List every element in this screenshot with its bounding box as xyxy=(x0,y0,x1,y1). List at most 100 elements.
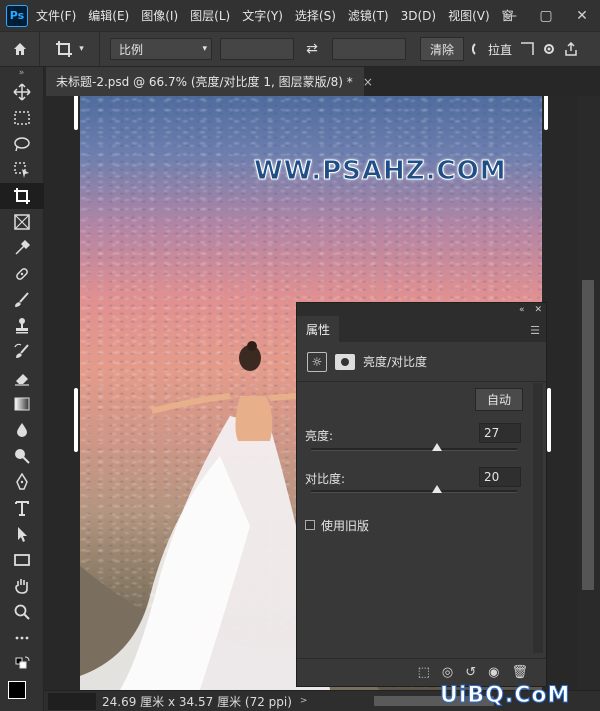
lasso-tool[interactable] xyxy=(0,131,44,157)
crop-tool[interactable] xyxy=(0,183,44,209)
zoom-tool[interactable] xyxy=(0,599,44,625)
zoom-icon xyxy=(14,604,30,620)
blur-tool[interactable] xyxy=(0,417,44,443)
layer-mask-icon[interactable] xyxy=(335,353,355,370)
settings-gear-icon[interactable] xyxy=(542,42,556,56)
menu-select[interactable]: 选择(S) xyxy=(295,7,336,24)
panel-scrollbar[interactable] xyxy=(533,383,543,653)
straighten-label: 拉直 xyxy=(488,42,513,57)
history-brush-tool[interactable] xyxy=(0,339,44,365)
tab-properties[interactable]: 属性 xyxy=(297,316,340,342)
maximize-button[interactable]: ▢ xyxy=(528,0,564,31)
marquee-tool[interactable] xyxy=(0,105,44,131)
pen-icon xyxy=(16,473,28,490)
crop-handle-top-left[interactable] xyxy=(74,96,78,130)
home-button[interactable] xyxy=(0,32,40,66)
clear-button[interactable]: 清除 xyxy=(420,37,464,61)
brightness-slider[interactable] xyxy=(311,443,517,451)
status-menu-arrow[interactable]: > xyxy=(300,696,308,706)
auto-button[interactable]: 自动 xyxy=(475,388,523,411)
watermark-text: WW.PSAHZ.COM xyxy=(254,156,507,187)
move-tool[interactable] xyxy=(0,79,44,105)
close-panel-icon[interactable]: ✕ xyxy=(534,305,542,315)
height-field[interactable] xyxy=(332,38,406,60)
brightness-input[interactable]: 27 xyxy=(479,423,521,443)
straighten-button[interactable]: 拉直 xyxy=(472,37,512,61)
use-legacy-label: 使用旧版 xyxy=(321,519,370,533)
close-tab-icon[interactable]: × xyxy=(363,75,373,89)
overlay-icons xyxy=(520,42,578,56)
contrast-input[interactable]: 20 xyxy=(479,467,521,487)
photoshop-logo: Ps xyxy=(6,4,28,27)
menu-image[interactable]: 图像(I) xyxy=(141,7,178,24)
marquee-icon xyxy=(14,111,30,125)
rectangle-tool[interactable] xyxy=(0,547,44,573)
trash-icon[interactable]: 🗑 xyxy=(511,665,528,680)
width-field[interactable] xyxy=(220,38,294,60)
brush-tool[interactable] xyxy=(0,287,44,313)
document-tab[interactable]: 未标题-2.psd @ 66.7% (亮度/对比度 1, 图层蒙版/8) * × xyxy=(46,67,373,96)
zoom-field[interactable] xyxy=(48,692,96,710)
eraser-icon xyxy=(15,374,29,386)
chevron-down-icon: ▾ xyxy=(202,44,207,54)
dodge-icon xyxy=(15,449,30,464)
gradient-icon xyxy=(14,397,30,411)
use-legacy-checkbox[interactable] xyxy=(305,520,315,530)
contrast-slider[interactable] xyxy=(311,485,517,493)
eyedropper-tool[interactable] xyxy=(0,235,44,261)
swap-button[interactable]: ⇄ xyxy=(300,41,324,57)
menu-layer[interactable]: 图层(L) xyxy=(190,7,230,24)
more-tools[interactable] xyxy=(0,625,44,651)
scrollbar-thumb[interactable] xyxy=(582,280,594,590)
clip-to-layer-icon[interactable]: ⬚ xyxy=(418,665,430,680)
minimize-button[interactable]: — xyxy=(492,0,528,31)
brush-icon xyxy=(15,292,29,307)
hand-icon xyxy=(15,579,28,594)
eraser-tool[interactable] xyxy=(0,365,44,391)
crop-handle-top-right[interactable] xyxy=(544,96,548,130)
brightness-label: 亮度: xyxy=(305,429,334,443)
gradient-tool[interactable] xyxy=(0,391,44,417)
path-select-tool[interactable] xyxy=(0,521,44,547)
window-controls: — ▢ ✕ xyxy=(492,0,600,31)
healing-brush-tool[interactable] xyxy=(0,261,44,287)
swap-colors[interactable] xyxy=(0,651,44,677)
menu-type[interactable]: 文字(Y) xyxy=(242,7,283,24)
document-tab-title: 未标题-2.psd @ 66.7% (亮度/对比度 1, 图层蒙版/8) * xyxy=(56,75,353,89)
menu-filter[interactable]: 滤镜(T) xyxy=(348,7,389,24)
brightness-contrast-icon[interactable]: ☼ xyxy=(307,351,327,372)
share-icon[interactable] xyxy=(564,42,578,56)
brightness-slider-thumb[interactable] xyxy=(431,443,442,451)
crop-tool-preset[interactable]: ▾ xyxy=(40,32,100,66)
hand-tool[interactable] xyxy=(0,573,44,599)
menu-edit[interactable]: 编辑(E) xyxy=(88,7,129,24)
crop-icon xyxy=(14,188,30,204)
panel-menu-icon[interactable]: ☰ xyxy=(530,324,540,337)
object-select-tool[interactable] xyxy=(0,157,44,183)
stamp-icon xyxy=(16,318,28,334)
foreground-color-swatch[interactable] xyxy=(8,681,26,699)
crop-handle-mid-left[interactable] xyxy=(74,388,78,452)
adjustment-header: ☼ 亮度/对比度 xyxy=(297,342,546,382)
grid-overlay-icon[interactable] xyxy=(520,42,534,56)
menu-file[interactable]: 文件(F) xyxy=(36,7,76,24)
dodge-tool[interactable] xyxy=(0,443,44,469)
collapse-toolbar-icon[interactable]: » xyxy=(0,67,43,79)
color-swatches[interactable] xyxy=(8,675,36,703)
close-button[interactable]: ✕ xyxy=(564,0,600,31)
menu-view[interactable]: 视图(V) xyxy=(448,7,490,24)
view-previous-state-icon[interactable]: ◎ xyxy=(442,665,453,680)
clone-stamp-tool[interactable] xyxy=(0,313,44,339)
pen-tool[interactable] xyxy=(0,469,44,495)
crop-handle-mid-right[interactable] xyxy=(547,388,551,452)
history-brush-icon xyxy=(14,343,29,358)
ratio-select[interactable]: 比例 ▾ xyxy=(110,38,212,60)
frame-tool[interactable] xyxy=(0,209,44,235)
menu-3d[interactable]: 3D(D) xyxy=(401,9,436,23)
type-tool[interactable] xyxy=(0,495,44,521)
contrast-slider-thumb[interactable] xyxy=(431,485,442,493)
collapse-panel-icon[interactable]: « xyxy=(519,305,525,315)
visibility-eye-icon[interactable]: ◉ xyxy=(488,665,499,680)
reset-icon[interactable]: ↺ xyxy=(465,665,476,680)
vertical-scrollbar[interactable] xyxy=(578,96,600,690)
